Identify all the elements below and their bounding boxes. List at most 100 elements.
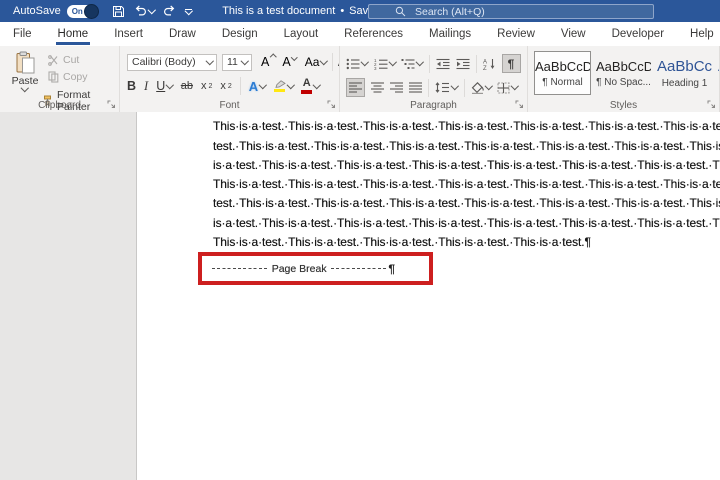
quick-access-more-button[interactable] bbox=[185, 9, 192, 14]
search-input[interactable]: Search (Alt+Q) bbox=[368, 4, 654, 19]
align-right-button[interactable] bbox=[390, 82, 403, 93]
chevron-down-icon bbox=[388, 58, 396, 66]
document-line[interactable]: This·is·a·test.·This·is·a·test.·This·is·… bbox=[213, 117, 720, 136]
highlight-pen-icon bbox=[274, 80, 286, 93]
scissors-icon bbox=[48, 55, 59, 66]
grow-font-label: A bbox=[261, 56, 269, 69]
show-hide-formatting-button[interactable]: ¶ bbox=[502, 54, 521, 73]
clipboard-dialog-launcher[interactable] bbox=[107, 100, 116, 109]
grow-font-button[interactable]: A bbox=[261, 56, 269, 69]
document-line[interactable]: This·is·a·test.·This·is·a·test.·This·is·… bbox=[213, 175, 720, 194]
shading-icon bbox=[471, 82, 484, 94]
tab-layout[interactable]: Layout bbox=[271, 22, 332, 46]
change-case-button[interactable]: Aa bbox=[305, 56, 327, 68]
style-normal[interactable]: AaBbCcDc ¶ Normal bbox=[534, 51, 591, 95]
chevron-down-icon bbox=[148, 6, 156, 14]
decrease-indent-button[interactable] bbox=[436, 58, 450, 70]
tab-references[interactable]: References bbox=[331, 22, 416, 46]
underline-button[interactable]: U bbox=[156, 80, 173, 93]
document-page[interactable]: This·is·a·test.·This·is·a·test.·This·is·… bbox=[137, 112, 720, 480]
copy-button[interactable]: Copy bbox=[48, 71, 88, 83]
svg-text:3: 3 bbox=[374, 66, 377, 70]
sort-icon: AZ bbox=[483, 58, 496, 70]
page-break-dash-left bbox=[212, 268, 268, 269]
italic-button[interactable]: I bbox=[144, 80, 148, 93]
tab-home[interactable]: Home bbox=[45, 22, 102, 46]
tab-draw[interactable]: Draw bbox=[156, 22, 209, 46]
text-effects-button[interactable]: A bbox=[249, 80, 266, 93]
clipboard-group: Paste Cut Copy Format Painter bbox=[0, 46, 120, 112]
undo-button[interactable] bbox=[134, 5, 155, 17]
align-center-icon bbox=[371, 82, 384, 93]
line-spacing-button[interactable] bbox=[435, 82, 458, 93]
shrink-font-button[interactable]: A bbox=[282, 56, 290, 69]
document-title-text: This is a test document bbox=[222, 5, 335, 17]
sort-button[interactable]: AZ bbox=[483, 58, 496, 70]
chevron-down-icon bbox=[416, 58, 424, 66]
align-right-icon bbox=[390, 82, 403, 93]
paragraph-group-label: Paragraph bbox=[340, 100, 527, 111]
autosave-label: AutoSave bbox=[13, 5, 61, 17]
style-preview: AaBbCcDc bbox=[718, 58, 719, 75]
font-group-label: Font bbox=[120, 100, 339, 111]
tab-help[interactable]: Help bbox=[677, 22, 720, 46]
document-text[interactable]: This·is·a·test.·This·is·a·test.·This·is·… bbox=[213, 112, 720, 252]
numbering-button[interactable]: 123 bbox=[374, 58, 396, 70]
multilevel-list-button[interactable] bbox=[401, 58, 423, 70]
document-line[interactable]: is·a·test.·This·is·a·test.·This·is·a·tes… bbox=[213, 156, 720, 175]
shading-button[interactable] bbox=[471, 82, 492, 94]
justify-button[interactable] bbox=[409, 82, 422, 93]
document-line[interactable]: test.·This·is·a·test.·This·is·a·test.·Th… bbox=[213, 194, 720, 213]
document-line[interactable]: test.·This·is·a·test.·This·is·a·test.·Th… bbox=[213, 137, 720, 156]
borders-button[interactable] bbox=[497, 82, 518, 94]
document-title[interactable]: This is a test document • Saved bbox=[222, 5, 391, 17]
styles-dialog-launcher[interactable] bbox=[707, 100, 716, 109]
strikethrough-button[interactable]: ab bbox=[181, 81, 193, 92]
chevron-down-icon bbox=[361, 58, 369, 66]
document-line[interactable]: This·is·a·test.·This·is·a·test.·This·is·… bbox=[213, 233, 720, 252]
cut-button[interactable]: Cut bbox=[48, 54, 79, 66]
subscript-button[interactable]: x2 bbox=[201, 81, 212, 92]
tab-view[interactable]: View bbox=[548, 22, 599, 46]
bullets-button[interactable] bbox=[346, 58, 368, 70]
font-color-button[interactable]: A bbox=[301, 78, 320, 94]
increase-indent-button[interactable] bbox=[456, 58, 470, 70]
tab-file[interactable]: File bbox=[0, 22, 45, 46]
styles-gallery: AaBbCcDc ¶ Normal AaBbCcDc ¶ No Spac... … bbox=[534, 51, 719, 95]
superscript-button[interactable]: x2 bbox=[220, 81, 231, 92]
font-name-select[interactable]: Calibri (Body) bbox=[127, 54, 217, 71]
multilevel-list-icon bbox=[401, 58, 415, 70]
style-no-spacing[interactable]: AaBbCcDc ¶ No Spac... bbox=[595, 51, 652, 95]
tab-design[interactable]: Design bbox=[209, 22, 271, 46]
tab-developer[interactable]: Developer bbox=[599, 22, 677, 46]
change-case-label: Aa bbox=[305, 56, 320, 68]
undo-icon bbox=[134, 5, 147, 17]
style-name: ¶ No Spac... bbox=[596, 77, 651, 88]
font-color-label: A bbox=[303, 78, 311, 89]
search-icon bbox=[395, 6, 406, 17]
chevron-down-icon bbox=[511, 82, 519, 90]
tab-mailings[interactable]: Mailings bbox=[416, 22, 484, 46]
title-separator: • bbox=[340, 5, 344, 17]
highlight-button[interactable] bbox=[274, 80, 294, 93]
style-name: ¶ Normal bbox=[542, 77, 582, 88]
tab-review[interactable]: Review bbox=[484, 22, 548, 46]
chevron-down-icon bbox=[484, 82, 492, 90]
paste-button[interactable]: Paste bbox=[6, 51, 44, 91]
align-left-button[interactable] bbox=[346, 78, 365, 97]
document-line[interactable]: is·a·test.·This·is·a·test.·This·is·a·tes… bbox=[213, 214, 720, 233]
chevron-down-icon bbox=[287, 81, 295, 89]
style-heading-2[interactable]: AaBbCcDc Heading 2 bbox=[717, 51, 719, 95]
tab-insert[interactable]: Insert bbox=[101, 22, 156, 46]
decrease-indent-icon bbox=[436, 58, 450, 70]
font-dialog-launcher[interactable] bbox=[327, 100, 336, 109]
align-center-button[interactable] bbox=[371, 82, 384, 93]
style-heading-1[interactable]: AaBbCc Heading 1 bbox=[656, 51, 713, 95]
font-size-select[interactable]: 11 bbox=[222, 54, 252, 71]
redo-button[interactable] bbox=[163, 5, 176, 17]
save-button[interactable] bbox=[112, 5, 125, 18]
autosave-toggle[interactable]: On bbox=[67, 5, 98, 18]
font-color-icon: A bbox=[301, 78, 312, 94]
bold-button[interactable]: B bbox=[127, 80, 136, 93]
paragraph-dialog-launcher[interactable] bbox=[515, 100, 524, 109]
